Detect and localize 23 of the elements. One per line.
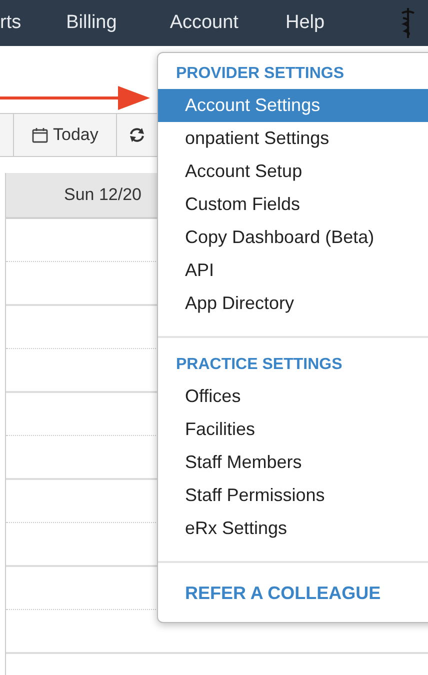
nav-item[interactable]: Help (285, 12, 325, 34)
refresh-icon (129, 127, 146, 143)
menu-item[interactable]: Account Settings (158, 89, 428, 122)
menu-item[interactable]: Copy Dashboard (Beta) (158, 221, 428, 254)
arrow-icon (0, 85, 152, 111)
menu-item[interactable]: Offices (158, 380, 428, 413)
menu-item[interactable]: API (158, 254, 428, 287)
menu-section-header: PRACTICE SETTINGS (175, 355, 344, 375)
nav-item[interactable]: Account (170, 12, 238, 34)
menu-item[interactable]: Staff Members (158, 446, 428, 479)
menu-item[interactable]: Facilities (158, 413, 428, 446)
calendar-icon (32, 127, 48, 143)
refer-link[interactable]: REFER A COLLEAGUE (158, 577, 428, 604)
menu-item[interactable]: onpatient Settings (158, 122, 428, 155)
nav-item[interactable]: rts (0, 12, 22, 34)
nav-item[interactable]: Billing (66, 12, 117, 34)
menu-item[interactable]: Custom Fields (158, 188, 428, 221)
menu-item[interactable]: eRx Settings (158, 512, 428, 545)
menu-section-header: PROVIDER SETTINGS (175, 64, 346, 84)
day-label: Sun 12/20 (64, 185, 142, 205)
menu-item[interactable]: Staff Permissions (158, 479, 428, 512)
menu-item[interactable]: Account Setup (158, 155, 428, 188)
menu-item[interactable]: App Directory (158, 287, 428, 320)
